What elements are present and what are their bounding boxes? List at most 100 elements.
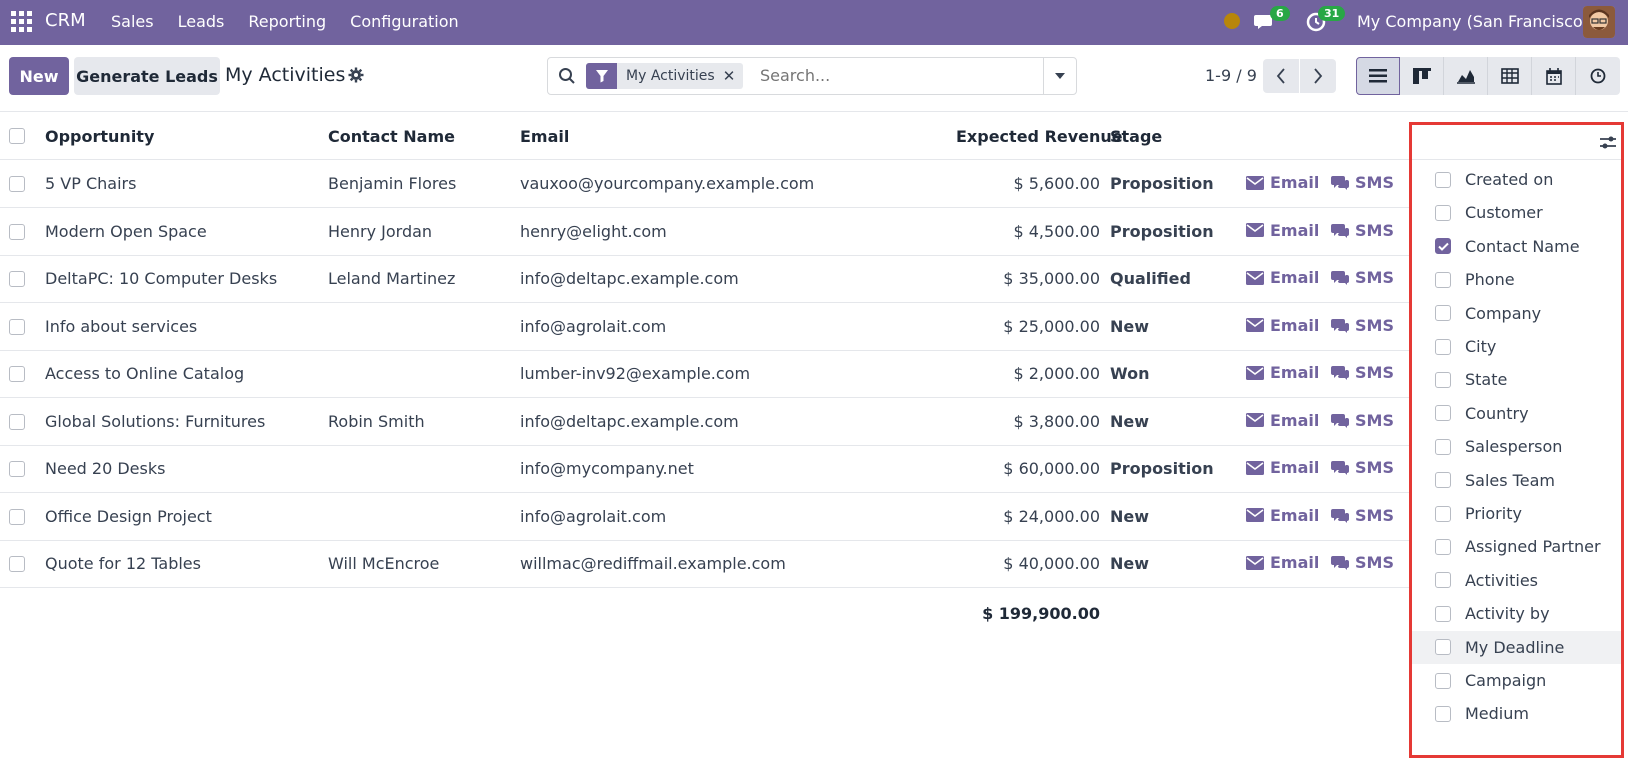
kanban-view-button[interactable] (1400, 57, 1444, 95)
optional-column-item[interactable]: Medium (1412, 697, 1621, 730)
optional-column-checkbox[interactable] (1435, 371, 1451, 388)
optional-column-item[interactable]: Company (1412, 297, 1621, 330)
optional-column-checkbox[interactable] (1435, 238, 1451, 255)
graph-view-button[interactable] (1444, 57, 1488, 95)
menu-sales[interactable]: Sales (111, 12, 154, 31)
row-checkbox[interactable] (9, 366, 25, 382)
optional-column-item[interactable]: Activity by (1412, 597, 1621, 630)
optional-column-item[interactable]: Sales Team (1412, 464, 1621, 497)
header-opportunity[interactable]: Opportunity (45, 127, 154, 146)
optional-column-checkbox[interactable] (1435, 171, 1451, 188)
optional-column-checkbox[interactable] (1435, 305, 1451, 322)
select-all-checkbox[interactable] (9, 128, 25, 144)
pager-value[interactable]: 1-9 / 9 (1205, 66, 1257, 85)
table-row[interactable]: Global Solutions: Furnitures Robin Smith i… (0, 399, 1410, 446)
optional-column-item[interactable]: Customer (1412, 196, 1621, 229)
optional-column-checkbox[interactable] (1435, 639, 1451, 656)
sms-action-button[interactable]: SMS (1331, 506, 1394, 525)
optional-column-item[interactable]: City (1412, 330, 1621, 363)
facet-remove-icon[interactable]: ✕ (723, 67, 744, 85)
table-row[interactable]: Need 20 Desks info@mycompany.net $ 60,000.… (0, 446, 1410, 493)
row-checkbox[interactable] (9, 176, 25, 192)
email-action-button[interactable]: Email (1246, 268, 1319, 287)
menu-configuration[interactable]: Configuration (350, 12, 459, 31)
optional-column-checkbox[interactable] (1435, 271, 1451, 288)
table-row[interactable]: Quote for 12 Tables Will McEncroe willmac@… (0, 541, 1410, 588)
sms-action-button[interactable]: SMS (1331, 411, 1394, 430)
optional-column-item[interactable]: Phone (1412, 263, 1621, 296)
table-row[interactable]: DeltaPC: 10 Computer Desks Leland Martine… (0, 256, 1410, 303)
optional-column-checkbox[interactable] (1435, 572, 1451, 589)
row-checkbox[interactable] (9, 461, 25, 477)
sms-action-button[interactable]: SMS (1331, 173, 1394, 192)
table-row[interactable]: Modern Open Space Henry Jordan henry@eligh… (0, 209, 1410, 256)
header-contact-name[interactable]: Contact Name (328, 127, 455, 146)
menu-reporting[interactable]: Reporting (248, 12, 326, 31)
pager-previous-button[interactable] (1263, 59, 1299, 93)
email-action-button[interactable]: Email (1246, 411, 1319, 430)
optional-column-checkbox[interactable] (1435, 505, 1451, 522)
email-action-button[interactable]: Email (1246, 553, 1319, 572)
sms-action-button[interactable]: SMS (1331, 553, 1394, 572)
pivot-view-button[interactable] (1488, 57, 1532, 95)
sms-action-button[interactable]: SMS (1331, 316, 1394, 335)
header-email[interactable]: Email (520, 127, 569, 146)
table-row[interactable]: Info about services info@agrolait.com $ 25… (0, 304, 1410, 351)
sliders-icon[interactable] (1599, 134, 1617, 152)
email-action-button[interactable]: Email (1246, 316, 1319, 335)
optional-column-checkbox[interactable] (1435, 338, 1451, 355)
table-row[interactable]: Access to Online Catalog lumber-inv92@exa… (0, 351, 1410, 398)
optional-column-item[interactable]: Country (1412, 397, 1621, 430)
menu-leads[interactable]: Leads (178, 12, 225, 31)
list-view-button[interactable] (1356, 57, 1400, 95)
optional-column-checkbox[interactable] (1435, 672, 1451, 689)
optional-column-checkbox[interactable] (1435, 204, 1451, 221)
user-avatar[interactable] (1583, 6, 1615, 38)
search-icon[interactable] (558, 67, 576, 85)
company-switcher[interactable]: My Company (San Francisco) (1357, 12, 1589, 31)
email-action-button[interactable]: Email (1246, 363, 1319, 382)
email-action-button[interactable]: Email (1246, 221, 1319, 240)
optional-column-checkbox[interactable] (1435, 438, 1451, 455)
optional-column-checkbox[interactable] (1435, 705, 1451, 722)
email-action-button[interactable]: Email (1246, 458, 1319, 477)
optional-column-checkbox[interactable] (1435, 472, 1451, 489)
new-button[interactable]: New (9, 57, 69, 95)
status-dot-icon[interactable] (1224, 13, 1240, 29)
sms-action-button[interactable]: SMS (1331, 458, 1394, 477)
row-checkbox[interactable] (9, 318, 25, 335)
optional-column-checkbox[interactable] (1435, 538, 1451, 555)
app-brand[interactable]: CRM (45, 10, 86, 31)
optional-column-item[interactable]: Campaign (1412, 664, 1621, 697)
row-checkbox[interactable] (9, 271, 25, 287)
optional-column-item[interactable]: Activities (1412, 564, 1621, 597)
gear-icon[interactable] (348, 67, 364, 83)
optional-column-item[interactable]: Created on (1412, 163, 1621, 196)
calendar-view-button[interactable] (1532, 57, 1576, 95)
table-row[interactable]: 5 VP Chairs Benjamin Flores vauxoo@yourcom… (0, 161, 1410, 208)
optional-column-item[interactable]: Assigned Partner (1412, 530, 1621, 563)
email-action-button[interactable]: Email (1246, 506, 1319, 525)
optional-column-item[interactable]: State (1412, 363, 1621, 396)
row-checkbox[interactable] (9, 223, 25, 240)
optional-column-checkbox[interactable] (1435, 405, 1451, 422)
sms-action-button[interactable]: SMS (1331, 268, 1394, 287)
email-action-button[interactable]: Email (1246, 173, 1319, 192)
activity-view-button[interactable] (1576, 57, 1620, 95)
search-options-toggle[interactable] (1043, 58, 1076, 94)
optional-column-item[interactable]: Priority (1412, 497, 1621, 530)
row-checkbox[interactable] (9, 556, 25, 572)
sms-action-button[interactable]: SMS (1331, 363, 1394, 382)
optional-column-checkbox[interactable] (1435, 605, 1451, 622)
row-checkbox[interactable] (9, 508, 25, 525)
header-stage[interactable]: Stage (1110, 127, 1162, 146)
generate-leads-button[interactable]: Generate Leads (74, 57, 220, 95)
sms-action-button[interactable]: SMS (1331, 221, 1394, 240)
header-expected-revenue[interactable]: Expected Revenue (956, 127, 1123, 146)
optional-column-item[interactable]: My Deadline (1412, 630, 1621, 664)
optional-column-item[interactable]: Salesperson (1412, 430, 1621, 463)
table-row[interactable]: Office Design Project info@agrolait.com $ … (0, 494, 1410, 541)
pager-next-button[interactable] (1300, 59, 1336, 93)
apps-icon[interactable] (10, 10, 32, 32)
search-input[interactable] (760, 66, 1010, 85)
